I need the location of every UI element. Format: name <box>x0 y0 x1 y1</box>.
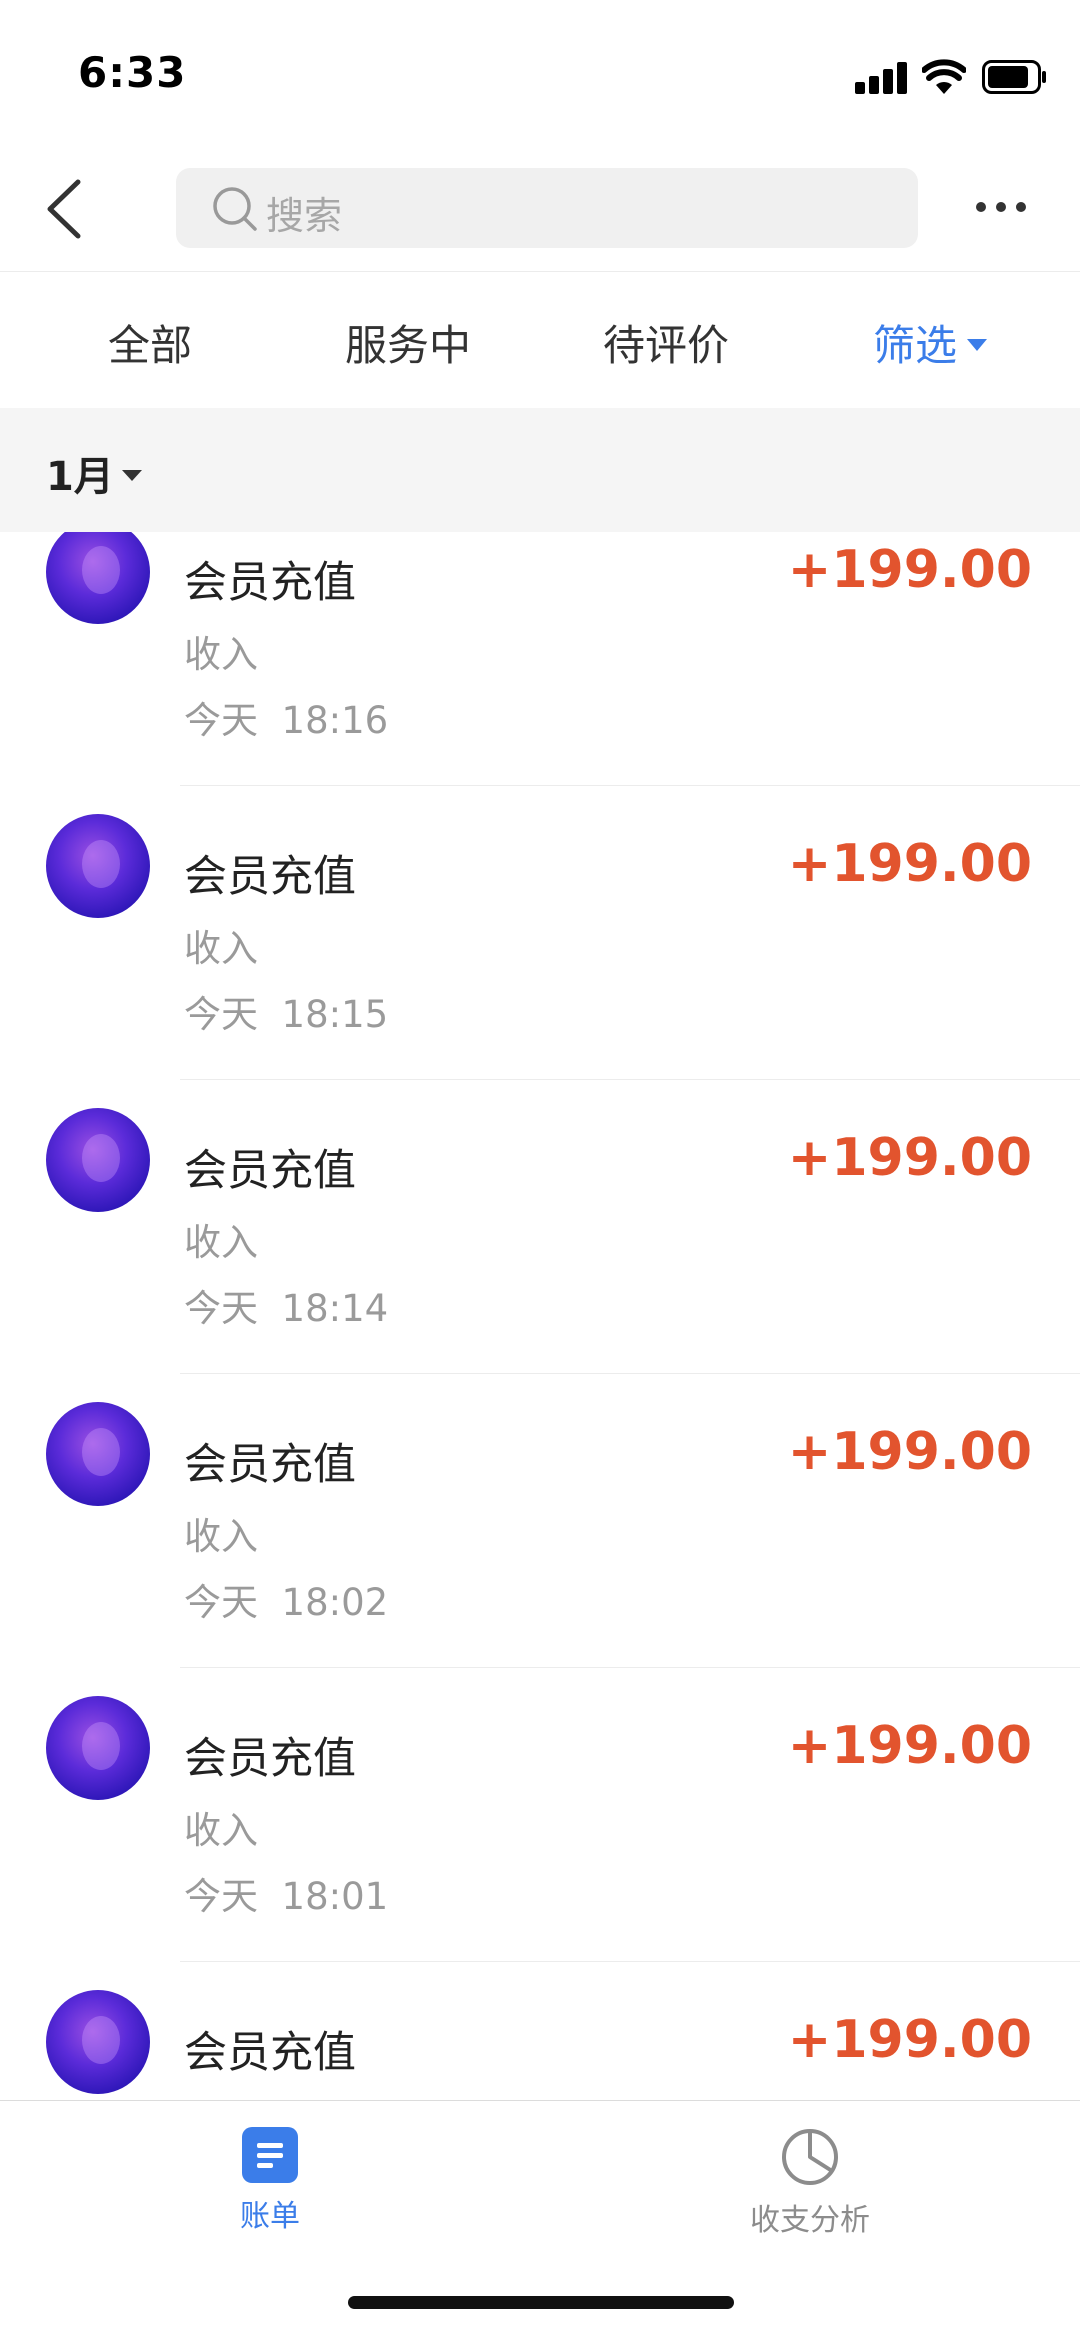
item-day: 今天 <box>184 993 258 1036</box>
back-arrow-icon[interactable] <box>42 174 92 244</box>
item-title: 会员充值 <box>184 2028 356 2078</box>
item-type: 收入 <box>184 1221 258 1264</box>
item-time: 今天 18:16 <box>184 690 388 744</box>
bottom-tab-analysis[interactable]: 收支分析 <box>710 2127 910 2239</box>
item-amount: +199.00 <box>787 540 1032 600</box>
item-time: 今天 18:01 <box>184 1866 388 1920</box>
bottom-tab-label: 收支分析 <box>750 2203 870 2238</box>
wifi-icon <box>922 59 966 94</box>
item-day: 今天 <box>184 699 258 742</box>
avatar <box>46 1402 150 1506</box>
avatar <box>46 1108 150 1212</box>
month-label: 1月 <box>46 454 114 500</box>
caret-down-icon <box>122 470 142 481</box>
item-clock: 18:14 <box>281 1287 389 1330</box>
search-placeholder: 搜索 <box>266 194 343 238</box>
transaction-list: 会员充值 收入 今天 18:16 +199.00 会员充值 收入 今天 18:1… <box>0 532 1080 2100</box>
item-amount: +199.00 <box>787 1128 1032 1188</box>
filter-tabs: 全部 服务中 待评价 筛选 <box>0 272 1080 408</box>
item-clock: 18:01 <box>281 1875 389 1918</box>
status-time: 6:33 <box>78 48 187 97</box>
pie-chart-icon <box>782 2129 838 2185</box>
home-indicator <box>348 2296 734 2309</box>
status-bar: 6:33 <box>0 0 1080 150</box>
item-day: 今天 <box>184 1581 258 1624</box>
item-type: 收入 <box>184 927 258 970</box>
divider <box>180 785 1080 786</box>
list-item[interactable]: 会员充值 收入 今天 18:14 +199.00 <box>0 1108 1080 1402</box>
bill-list-screen: { "status_bar": { "time": "6:33" }, "nav… <box>0 0 1080 2339</box>
avatar <box>46 532 150 624</box>
item-amount: +199.00 <box>787 1716 1032 1776</box>
caret-down-icon <box>967 338 988 351</box>
item-clock: 18:02 <box>281 1581 389 1624</box>
nav-bar: 搜索 <box>0 150 1080 272</box>
bill-icon <box>242 2127 298 2183</box>
item-time: 今天 18:14 <box>184 1278 388 1332</box>
item-clock: 18:15 <box>281 993 389 1036</box>
tab-all[interactable]: 全部 <box>108 312 192 373</box>
divider <box>180 1667 1080 1668</box>
avatar <box>46 1696 150 1800</box>
item-amount: +199.00 <box>787 2010 1032 2070</box>
item-amount: +199.00 <box>787 834 1032 894</box>
tab-pending-review[interactable]: 待评价 <box>603 312 729 373</box>
list-item[interactable]: 会员充值 收入 今天 18:16 +199.00 <box>0 532 1080 814</box>
divider <box>180 1373 1080 1374</box>
search-input[interactable]: 搜索 <box>176 168 918 248</box>
bottom-tab-bill[interactable]: 账单 <box>170 2127 370 2235</box>
tab-filter-label: 筛选 <box>873 321 958 370</box>
item-amount: +199.00 <box>787 1422 1032 1482</box>
item-time: 今天 18:02 <box>184 1572 388 1626</box>
divider <box>180 1079 1080 1080</box>
month-selector[interactable]: 1月 <box>0 408 1080 532</box>
tab-in-service[interactable]: 服务中 <box>345 312 471 373</box>
item-type: 收入 <box>184 1809 258 1852</box>
more-options-icon[interactable] <box>976 202 1026 216</box>
avatar <box>46 1990 150 2094</box>
tab-filter[interactable]: 筛选 <box>873 312 988 373</box>
item-time: 今天 18:15 <box>184 984 388 1038</box>
item-title: 会员充值 <box>184 1146 356 1196</box>
list-item[interactable]: 会员充值 +199.00 <box>0 1990 1080 2100</box>
divider <box>180 1961 1080 1962</box>
item-type: 收入 <box>184 633 258 676</box>
item-title: 会员充值 <box>184 1440 356 1490</box>
item-title: 会员充值 <box>184 1734 356 1784</box>
search-icon <box>213 187 257 231</box>
list-item[interactable]: 会员充值 收入 今天 18:02 +199.00 <box>0 1402 1080 1696</box>
list-item[interactable]: 会员充值 收入 今天 18:01 +199.00 <box>0 1696 1080 1990</box>
battery-icon <box>982 60 1046 94</box>
item-type: 收入 <box>184 1515 258 1558</box>
list-item[interactable]: 会员充值 收入 今天 18:15 +199.00 <box>0 814 1080 1108</box>
bottom-tab-label: 账单 <box>240 2199 300 2234</box>
cellular-signal-icon <box>855 62 907 94</box>
item-day: 今天 <box>184 1287 258 1330</box>
item-day: 今天 <box>184 1875 258 1918</box>
avatar <box>46 814 150 918</box>
item-clock: 18:16 <box>281 699 389 742</box>
item-title: 会员充值 <box>184 852 356 902</box>
item-title: 会员充值 <box>184 558 356 608</box>
